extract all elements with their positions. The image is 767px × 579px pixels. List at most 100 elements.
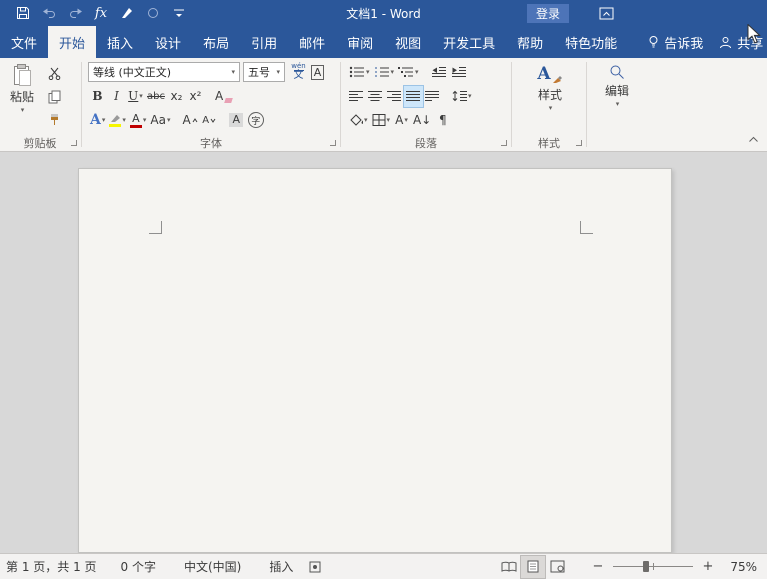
format-painter-button[interactable] [42, 109, 66, 130]
tab-references[interactable]: 引用 [240, 26, 288, 58]
numbering-button[interactable]: ▾ [372, 62, 397, 83]
up-arrow-icon [192, 117, 198, 122]
editing-group-label [588, 134, 644, 151]
increase-indent-button[interactable] [449, 62, 469, 83]
shading-button[interactable]: ▾ [347, 110, 370, 131]
text-effects-button[interactable]: A ▾ [88, 110, 107, 131]
distribute-button[interactable] [423, 86, 442, 107]
styles-dialog-launcher[interactable] [576, 140, 582, 146]
phonetic-top-text: wén [291, 62, 306, 70]
macro-record-button[interactable] [309, 561, 321, 573]
align-right-button[interactable] [385, 86, 404, 107]
text-effects-letter: A [90, 112, 101, 128]
document-canvas[interactable] [0, 152, 767, 553]
save-button[interactable] [10, 1, 36, 25]
tab-design[interactable]: 设计 [144, 26, 192, 58]
character-shading-letter: A [229, 113, 243, 127]
bold-button[interactable]: B [88, 86, 107, 107]
collapse-ribbon-button[interactable] [748, 132, 759, 146]
increase-indent-icon [451, 67, 466, 77]
redo-button[interactable] [62, 1, 88, 25]
sort-button[interactable]: A↓ [411, 110, 433, 131]
page-number-status[interactable]: 第 1 页，共 1 页 [6, 558, 97, 575]
tab-view[interactable]: 视图 [384, 26, 432, 58]
tab-developer[interactable]: 开发工具 [432, 26, 506, 58]
paste-button[interactable]: 粘贴 ▾ [5, 61, 39, 134]
tab-features[interactable]: 特色功能 [554, 26, 628, 58]
ribbon-display-options-button[interactable] [597, 5, 615, 21]
strikethrough-button[interactable]: abc [145, 86, 167, 107]
show-marks-button[interactable]: ¶ [433, 110, 452, 131]
tab-insert[interactable]: 插入 [96, 26, 144, 58]
tab-help[interactable]: 帮助 [506, 26, 554, 58]
align-center-button[interactable] [366, 86, 385, 107]
enclose-characters-button[interactable]: 字 [246, 110, 266, 131]
copy-button[interactable] [42, 86, 66, 107]
superscript-button[interactable]: x² [186, 86, 205, 107]
clipboard-dialog-launcher[interactable] [71, 140, 77, 146]
zoom-out-button[interactable]: − [591, 559, 605, 574]
bullets-button[interactable]: ▾ [347, 62, 372, 83]
grow-font-button[interactable]: A [181, 110, 200, 131]
phonetic-guide-button[interactable]: wén 文 [289, 62, 308, 83]
character-shading-button[interactable]: A [227, 110, 246, 131]
document-page[interactable] [78, 168, 672, 553]
shape-button[interactable] [140, 1, 166, 25]
asian-layout-letter: A [395, 113, 404, 127]
font-name-select[interactable]: 等线 (中文正文) ▾ [88, 62, 240, 82]
highlight-button[interactable]: ▾ [107, 110, 128, 131]
editing-group: 编辑 ▾ [588, 58, 644, 151]
underline-button[interactable]: U ▾ [126, 86, 145, 107]
font-color-button[interactable]: A ▾ [128, 110, 149, 131]
zoom-slider-thumb[interactable] [643, 561, 650, 572]
read-mode-button[interactable] [497, 556, 521, 578]
zoom-slider[interactable] [613, 561, 693, 572]
tab-home[interactable]: 开始 [48, 26, 97, 58]
word-count-status[interactable]: 0 个字 [121, 558, 156, 575]
asian-layout-button[interactable]: A ▾ [392, 110, 411, 131]
undo-button[interactable] [36, 1, 62, 25]
insert-function-button[interactable]: fx [88, 1, 114, 25]
italic-button[interactable]: I [107, 86, 126, 107]
sign-in-button[interactable]: 登录 [527, 4, 569, 23]
tab-mailings[interactable]: 邮件 [288, 26, 336, 58]
bold-letter: B [92, 89, 103, 103]
font-dialog-launcher[interactable] [330, 140, 336, 146]
character-border-button[interactable]: A [308, 62, 327, 83]
language-status[interactable]: 中文(中国) [184, 558, 241, 575]
paragraph-dialog-launcher[interactable] [501, 140, 507, 146]
line-spacing-button[interactable]: ▾ [450, 86, 474, 107]
insert-mode-status[interactable]: 插入 [269, 558, 293, 575]
change-case-button[interactable]: Aa ▾ [148, 110, 172, 131]
zoom-in-button[interactable]: + [701, 559, 715, 574]
print-layout-button[interactable] [520, 554, 546, 579]
multilevel-list-button[interactable]: ▾ [396, 62, 421, 83]
align-left-button[interactable] [347, 86, 366, 107]
web-layout-button[interactable] [545, 556, 569, 578]
customize-qat-button[interactable] [166, 1, 192, 25]
justify-button[interactable] [403, 84, 424, 108]
tell-me-box[interactable]: 告诉我 [640, 26, 711, 58]
paste-label: 粘贴 [10, 90, 35, 104]
editing-button[interactable]: 编辑 ▾ [600, 61, 634, 134]
styles-button[interactable]: A 样式 ▾ [532, 61, 567, 134]
cut-button[interactable] [42, 63, 66, 84]
clear-formatting-button[interactable]: A [213, 86, 234, 107]
decrease-indent-button[interactable] [429, 62, 449, 83]
tab-layout[interactable]: 布局 [192, 26, 240, 58]
decrease-indent-icon [431, 67, 446, 77]
zoom-level[interactable]: 75% [721, 560, 757, 574]
tab-file[interactable]: 文件 [0, 26, 48, 58]
font-label-text: 字体 [200, 136, 222, 150]
tab-review[interactable]: 审阅 [336, 26, 384, 58]
shrink-font-button[interactable]: A [200, 110, 219, 131]
font-size-select[interactable]: 五号 ▾ [243, 62, 285, 82]
borders-button[interactable]: ▾ [370, 110, 393, 131]
margin-crop-mark-right [580, 221, 593, 234]
subscript-button[interactable]: x₂ [167, 86, 186, 107]
character-border-letter: A [310, 64, 325, 80]
pen-icon [122, 8, 132, 18]
macro-record-icon [309, 561, 321, 572]
justify-icon [406, 91, 420, 101]
ink-button[interactable] [114, 1, 140, 25]
